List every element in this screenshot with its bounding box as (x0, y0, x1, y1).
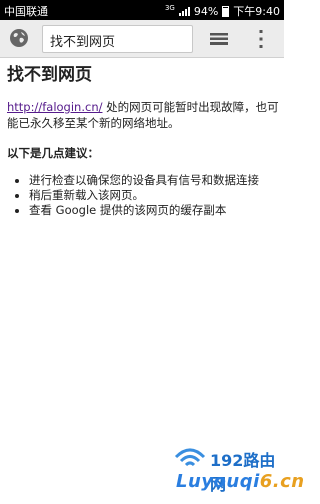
suggestions-heading: 以下是几点建议： (7, 146, 99, 160)
suggestion-item: 查看 Google 提供的该网页的缓存副本 (29, 203, 279, 218)
battery-icon (222, 5, 230, 17)
page-title: 找不到网页 (7, 65, 92, 85)
network-type: 3G (164, 4, 175, 12)
watermark-domain: Luyouqi6.cn (176, 471, 305, 492)
overflow-menu-icon[interactable] (257, 29, 265, 49)
watermark: 192路由网 Luyouqi6.cn (158, 445, 304, 500)
clock: 下午9:40 (233, 5, 280, 18)
url-bar[interactable]: 找不到网页 (42, 25, 193, 53)
watermark-domain-prefix: Luyouqi (176, 471, 260, 492)
error-page: 找不到网页 http://falogin.cn/ 处的网页可能暂时出现故障，也可… (7, 62, 279, 218)
browser-toolbar: 找不到网页 (0, 20, 284, 58)
wifi-logo-icon (174, 448, 206, 467)
watermark-domain-suffix: 6.cn (259, 471, 305, 492)
error-url-link[interactable]: http://falogin.cn/ (7, 100, 102, 114)
suggestions-list: 进行检查以确保您的设备具有信号和数据连接 稍后重新载入该网页。 查看 Googl… (7, 173, 279, 218)
signal-icon (178, 6, 190, 16)
status-indicators: 3G 94% 下午9:40 (165, 3, 280, 19)
suggestion-item: 进行检查以确保您的设备具有信号和数据连接 (29, 173, 279, 188)
carrier-name: 中国联通 (4, 5, 48, 18)
url-text: 找不到网页 (50, 35, 116, 50)
battery-percent: 94% (193, 4, 219, 18)
site-info-icon[interactable] (9, 28, 29, 48)
error-description: http://falogin.cn/ 处的网页可能暂时出现故障，也可能已永久移至… (7, 99, 279, 131)
status-bar: 中国联通 3G 94% 下午9:40 (0, 0, 284, 20)
tabs-icon[interactable] (210, 30, 228, 48)
suggestion-item: 稍后重新载入该网页。 (29, 188, 279, 203)
